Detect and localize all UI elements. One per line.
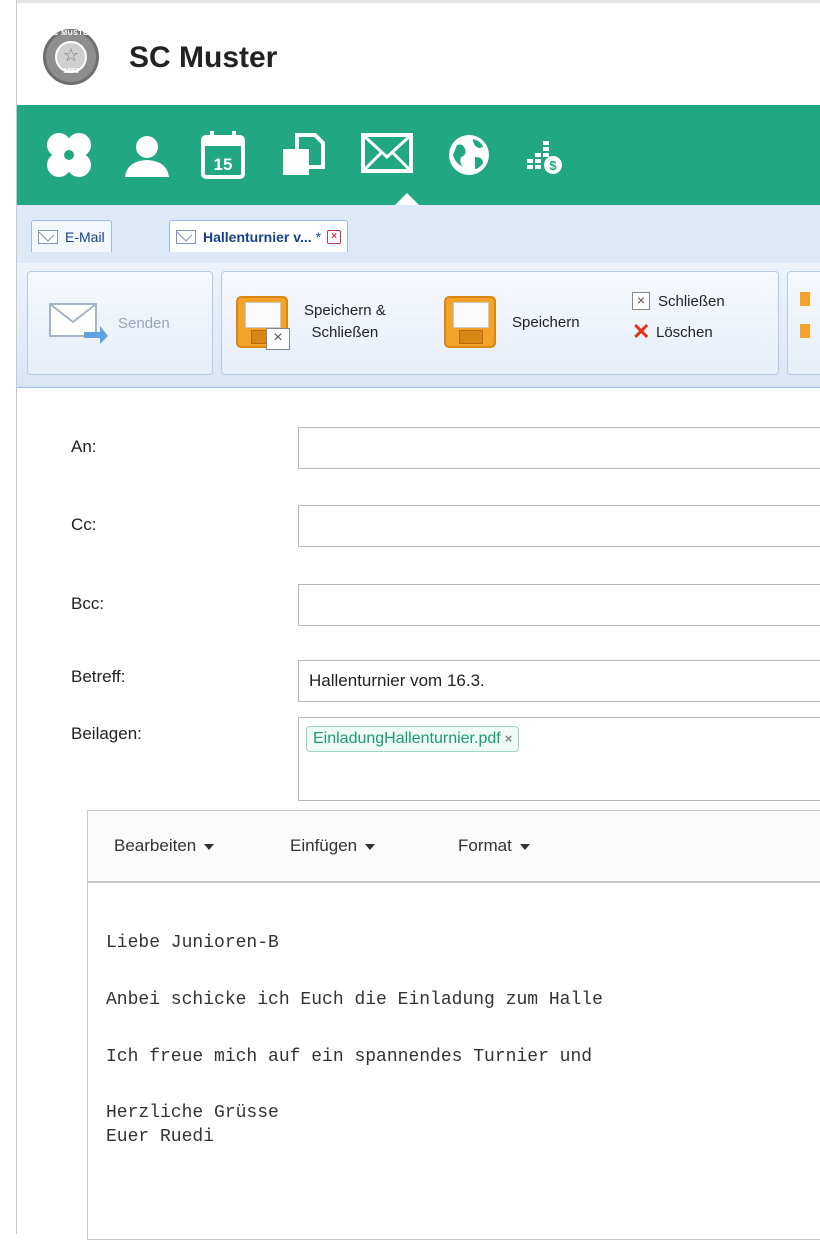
save-and-close-button[interactable]: × Speichern & Schließen <box>236 296 386 350</box>
close-icon: × <box>632 292 650 310</box>
menu-edit[interactable]: Bearbeiten <box>114 836 215 856</box>
main-navigation: 15 $ <box>17 105 820 205</box>
close-label: Schließen <box>658 292 725 310</box>
envelope-icon <box>38 229 58 244</box>
message-line[interactable]: Ich freue mich auf ein spannendes Turnie… <box>106 1047 592 1067</box>
globe-icon[interactable] <box>441 127 501 183</box>
close-tab-icon[interactable]: × <box>327 229 342 244</box>
calendar-icon[interactable]: 15 <box>195 127 255 183</box>
remove-attachment-icon[interactable]: × <box>505 731 513 746</box>
logo-text: SC MUSTER <box>48 30 94 37</box>
user-icon[interactable] <box>119 127 179 183</box>
send-label: Senden <box>118 314 170 332</box>
close-button[interactable]: × Schließen <box>632 292 725 310</box>
truncated-action-icon[interactable] <box>800 292 810 306</box>
menu-insert[interactable]: Einfügen <box>290 836 376 856</box>
calendar-day: 15 <box>214 155 233 174</box>
active-nav-indicator <box>395 193 419 205</box>
to-label: An: <box>71 437 97 456</box>
attachments-field[interactable]: EinladungHallenturnier.pdf × <box>298 717 820 801</box>
save-button[interactable]: Speichern <box>444 296 580 348</box>
tab-email[interactable]: E-Mail <box>31 220 112 252</box>
app-title: SC Muster <box>129 41 278 74</box>
chevron-down-icon <box>519 843 530 850</box>
delete-icon: ✕ <box>632 319 651 344</box>
menu-edit-label: Bearbeiten <box>114 836 197 855</box>
delete-button[interactable]: ✕ Löschen <box>632 319 713 344</box>
delete-label: Löschen <box>656 323 713 341</box>
documents-icon[interactable] <box>275 127 335 183</box>
save-label: Speichern <box>512 313 580 331</box>
message-editor[interactable]: Bearbeiten Einfügen Format Liebe Juniore… <box>87 810 820 1240</box>
tab-label: E-Mail <box>65 228 105 245</box>
clover-icon[interactable] <box>41 127 101 183</box>
club-logo: SC MUSTER ☆ 1893 <box>43 29 99 85</box>
actions-group: × Speichern & Schließen Speichern × Schl… <box>221 271 779 375</box>
mail-icon[interactable] <box>357 127 417 183</box>
toolbar: Senden × Speichern & Schließen Speichern <box>17 263 820 388</box>
subject-label: Betreff: <box>71 667 126 686</box>
send-button[interactable]: Senden <box>48 300 170 346</box>
message-line[interactable]: Anbei schicke ich Euch die Einladung zum… <box>106 990 603 1010</box>
save-close-label-1: Speichern & <box>304 302 386 319</box>
floppy-icon <box>444 296 496 348</box>
attachment-chip[interactable]: EinladungHallenturnier.pdf × <box>306 726 520 752</box>
save-close-floppy-icon: × <box>236 296 290 350</box>
bcc-input[interactable] <box>298 584 820 626</box>
finance-icon[interactable]: $ <box>517 127 577 183</box>
cc-input[interactable] <box>298 505 820 547</box>
editor-menubar: Bearbeiten Einfügen Format <box>88 811 820 883</box>
attachments-label: Beilagen: <box>71 724 142 743</box>
send-group: Senden <box>27 271 213 375</box>
chevron-down-icon <box>365 843 376 850</box>
message-line[interactable]: Liebe Junioren-B <box>106 933 279 953</box>
cc-label: Cc: <box>71 515 97 534</box>
unsaved-indicator: * <box>315 228 322 245</box>
truncated-action-icon[interactable] <box>800 324 810 338</box>
star-icon: ☆ <box>62 45 80 65</box>
chevron-down-icon <box>204 843 215 850</box>
menu-format[interactable]: Format <box>458 836 530 856</box>
app-header: SC MUSTER ☆ 1893 SC Muster <box>17 0 820 108</box>
message-line[interactable]: Herzliche Grüsse <box>106 1103 279 1123</box>
tab-bar: E-Mail Hallenturnier v... * × <box>17 205 820 264</box>
envelope-icon <box>176 229 196 244</box>
tab-hallenturnier[interactable]: Hallenturnier v... * × <box>169 220 349 252</box>
menu-insert-label: Einfügen <box>290 836 358 855</box>
tab-label: Hallenturnier v... <box>203 228 312 245</box>
menu-format-label: Format <box>458 836 512 855</box>
save-close-label-2: Schließen <box>311 324 379 341</box>
app-window: SC MUSTER ☆ 1893 SC Muster 15 $ E-Mail H… <box>16 0 820 1240</box>
bcc-label: Bcc: <box>71 594 105 613</box>
attachment-name: EinladungHallenturnier.pdf <box>313 730 501 747</box>
svg-text:$: $ <box>549 158 557 173</box>
send-envelope-icon <box>49 303 108 344</box>
message-line[interactable]: Euer Ruedi <box>106 1127 214 1147</box>
to-input[interactable] <box>298 427 820 469</box>
more-actions-group <box>787 271 820 375</box>
subject-input[interactable]: Hallenturnier vom 16.3. <box>298 660 820 702</box>
logo-year: 1893 <box>63 68 79 75</box>
